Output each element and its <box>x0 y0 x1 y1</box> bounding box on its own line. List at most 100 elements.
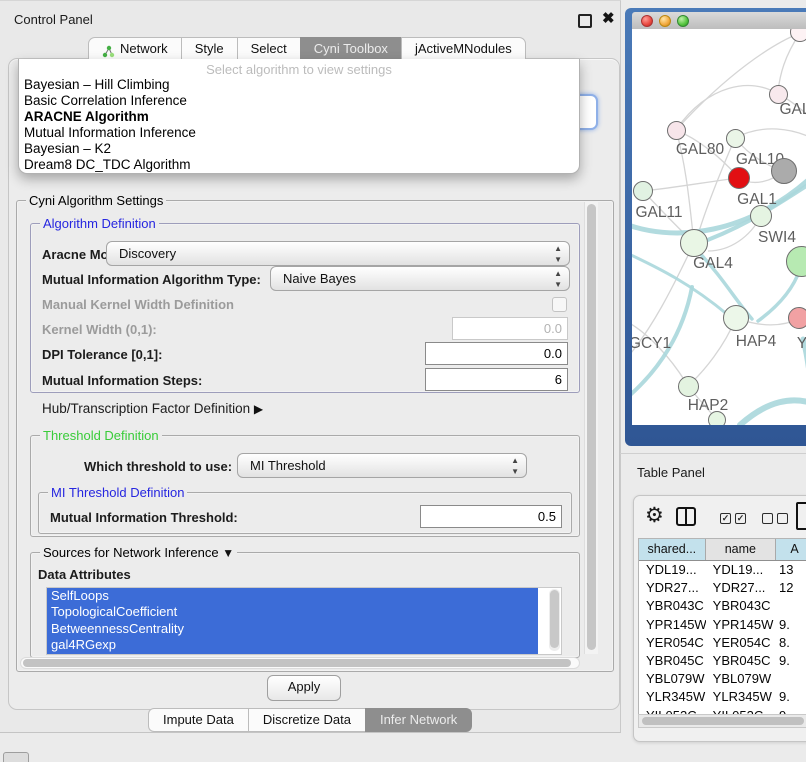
network-node[interactable] <box>771 158 797 184</box>
data-attributes-list[interactable]: SelfLoopsTopologicalCoefficientBetweenne… <box>46 587 562 655</box>
table-row[interactable]: YBR045CYBR045C9. <box>639 652 806 670</box>
unchecked-checkbox-icon[interactable] <box>777 513 788 524</box>
algorithm-option[interactable]: Bayesian – K2 <box>19 141 579 157</box>
list-scrollbar[interactable] <box>549 589 560 651</box>
column-header-shared-name[interactable]: shared... <box>639 539 706 560</box>
table-row[interactable]: YBL079WYBL079W <box>639 670 806 688</box>
checked-checkbox-icon[interactable]: ✓ <box>735 513 746 524</box>
network-canvas[interactable]: GALGAL80GAL10GAL1GAL11SWI4GAL4GCY1HAP4YH… <box>632 29 806 425</box>
tab-impute-data[interactable]: Impute Data <box>148 708 248 732</box>
table-row[interactable]: YDR27...YDR27...12 <box>639 579 806 597</box>
attribute-item[interactable]: gal4RGexp <box>47 637 538 653</box>
network-node[interactable] <box>667 121 686 140</box>
network-node[interactable] <box>633 181 653 201</box>
algorithm-option[interactable]: Dream8 DC_TDC Algorithm <box>19 157 579 173</box>
tab-discretize-data[interactable]: Discretize Data <box>248 708 365 732</box>
table-cell: YER054C <box>706 634 776 652</box>
minimize-traffic-light-icon[interactable] <box>659 15 671 27</box>
table-cell: YBL079W <box>706 670 776 688</box>
table-cell: 8. <box>776 634 806 652</box>
file-icon[interactable] <box>796 502 806 530</box>
apply-button[interactable]: Apply <box>267 675 341 701</box>
table-row[interactable]: YDL19...YDL19...13 <box>639 561 806 579</box>
table-panel-titlebar: Table Panel <box>620 453 806 491</box>
settings-horizontal-scrollbar[interactable] <box>20 657 580 669</box>
mi-type-label: Mutual Information Algorithm Type: <box>42 272 261 287</box>
settings-vertical-scrollbar[interactable] <box>584 202 598 654</box>
mi-threshold-group-title: MI Threshold Definition <box>48 485 187 500</box>
network-node[interactable] <box>750 205 772 227</box>
table-cell: YBR043C <box>706 597 776 615</box>
tab-infer-network[interactable]: Infer Network <box>365 708 472 732</box>
column-header-partial[interactable]: A <box>776 539 806 560</box>
algorithm-popup-list: Bayesian – Hill ClimbingBasic Correlatio… <box>19 77 579 172</box>
sources-group-title[interactable]: Sources for Network Inference ▼ <box>40 545 237 560</box>
table-row[interactable]: YER054CYER054C8. <box>639 634 806 652</box>
mi-steps-field[interactable]: 6 <box>425 368 568 391</box>
kernel-width-field[interactable]: 0.0 <box>452 317 568 340</box>
dpi-tolerance-field[interactable]: 0.0 <box>425 342 568 365</box>
table-cell: YLR345W <box>639 688 706 706</box>
mi-type-select[interactable]: Naive Bayes ▲▼ <box>270 266 570 291</box>
mi-threshold-label: Mutual Information Threshold: <box>50 510 238 525</box>
triangle-right-icon: ▶ <box>254 402 263 416</box>
close-traffic-light-icon[interactable] <box>641 15 653 27</box>
gear-icon[interactable]: ⚙ <box>645 503 664 528</box>
tab-jactivemnodules[interactable]: jActiveMNodules <box>401 37 526 60</box>
network-node[interactable] <box>680 229 708 257</box>
tab-select[interactable]: Select <box>237 37 300 60</box>
algorithm-option[interactable]: Basic Correlation Inference <box>19 93 579 109</box>
float-icon[interactable] <box>578 14 592 28</box>
table-cell: YDL19... <box>639 561 706 579</box>
algorithm-option[interactable]: Bayesian – Hill Climbing <box>19 77 579 93</box>
control-panel-tabbar: Network Style Select Cyni Toolbox jActiv… <box>88 37 526 59</box>
mi-steps-label: Mutual Information Steps: <box>42 373 202 388</box>
collapsed-panel-button[interactable] <box>3 752 29 762</box>
close-icon[interactable]: ✖ <box>602 9 615 27</box>
zoom-traffic-light-icon[interactable] <box>677 15 689 27</box>
columns-icon[interactable] <box>676 507 696 526</box>
tab-network[interactable]: Network <box>88 37 181 60</box>
threshold-definition-title: Threshold Definition <box>40 428 162 443</box>
column-header-name[interactable]: name <box>706 539 776 560</box>
table-horizontal-scrollbar[interactable] <box>638 714 806 728</box>
which-threshold-select[interactable]: MI Threshold ▲▼ <box>237 453 527 478</box>
tab-style[interactable]: Style <box>181 37 237 60</box>
network-node[interactable] <box>790 29 806 42</box>
network-node[interactable] <box>728 167 750 189</box>
hub-definition-expander[interactable]: Hub/Transcription Factor Definition ▶ <box>42 401 263 416</box>
attribute-item[interactable]: BetweennessCentrality <box>47 621 538 637</box>
table-cell: YER054C <box>639 634 706 652</box>
table-row[interactable]: YLR345WYLR345W9. <box>639 688 806 706</box>
table-cell: YPR145W <box>639 616 706 634</box>
aracne-mode-select[interactable]: Discovery ▲▼ <box>106 241 570 266</box>
mi-threshold-field[interactable]: 0.5 <box>420 505 562 528</box>
algorithm-option[interactable]: Mutual Information Inference <box>19 125 579 141</box>
attribute-item[interactable]: SelfLoops <box>47 588 538 604</box>
table-cell: 9. <box>776 688 806 706</box>
manual-kernel-checkbox[interactable] <box>552 297 567 312</box>
attribute-item[interactable]: TopologicalCoefficient <box>47 604 538 620</box>
screen: Control Panel ✖ Network Style Select <box>0 0 806 762</box>
network-node[interactable] <box>788 307 806 329</box>
table-cell: 13 <box>776 561 806 579</box>
checked-checkbox-icon[interactable]: ✓ <box>720 513 731 524</box>
table-toolbar: ⚙ ✓ ✓ <box>634 496 806 538</box>
tab-network-label: Network <box>120 38 168 60</box>
algorithm-option[interactable]: ARACNE Algorithm <box>19 109 579 125</box>
network-window-titlebar[interactable] <box>632 12 806 30</box>
tab-cyni-toolbox[interactable]: Cyni Toolbox <box>300 37 401 60</box>
network-node[interactable] <box>678 376 699 397</box>
triangle-down-icon: ▼ <box>222 546 234 560</box>
table-cell: YBL079W <box>639 670 706 688</box>
table-row[interactable]: YBR043CYBR043C <box>639 597 806 615</box>
node-attribute-table[interactable]: shared... name A YDL19...YDL19...13YDR27… <box>638 538 806 723</box>
network-node[interactable] <box>708 411 726 425</box>
network-node[interactable] <box>726 129 745 148</box>
unchecked-checkbox-icon[interactable] <box>762 513 773 524</box>
cyni-bottom-tabbar: Impute Data Discretize Data Infer Networ… <box>148 708 472 730</box>
network-node[interactable] <box>786 246 806 277</box>
table-row[interactable]: YPR145WYPR145W9. <box>639 616 806 634</box>
which-threshold-label: Which threshold to use: <box>84 459 232 474</box>
network-node[interactable] <box>723 305 749 331</box>
